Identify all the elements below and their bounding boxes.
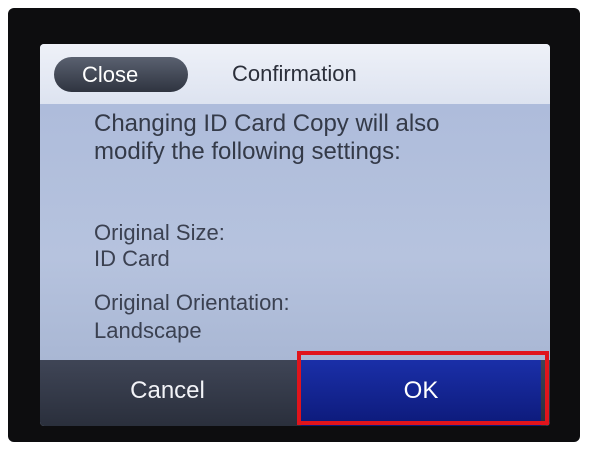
message-line-2: modify the following settings: — [94, 138, 401, 165]
dialog-body: Changing ID Card Copy will also modify t… — [40, 104, 550, 360]
setting-name-original-size: Original Size: — [94, 220, 225, 245]
dialog-header: Close Confirmation — [40, 44, 550, 104]
dialog-button-bar: Cancel OK — [40, 360, 550, 426]
dialog-title: Confirmation — [232, 61, 357, 86]
setting-name-original-orientation: Original Orientation: — [94, 290, 290, 315]
message-line-1: Changing ID Card Copy will also — [94, 110, 440, 137]
lcd-screen: Close Confirmation Changing ID Card Copy… — [40, 44, 550, 426]
close-button[interactable]: Close — [54, 57, 188, 92]
setting-value-original-orientation: Landscape — [94, 318, 202, 343]
confirmation-message: Changing ID Card Copy will also modify t… — [94, 110, 534, 166]
setting-value-original-size: ID Card — [94, 246, 170, 271]
ok-button[interactable]: OK — [301, 360, 541, 426]
cancel-button[interactable]: Cancel — [40, 360, 295, 426]
